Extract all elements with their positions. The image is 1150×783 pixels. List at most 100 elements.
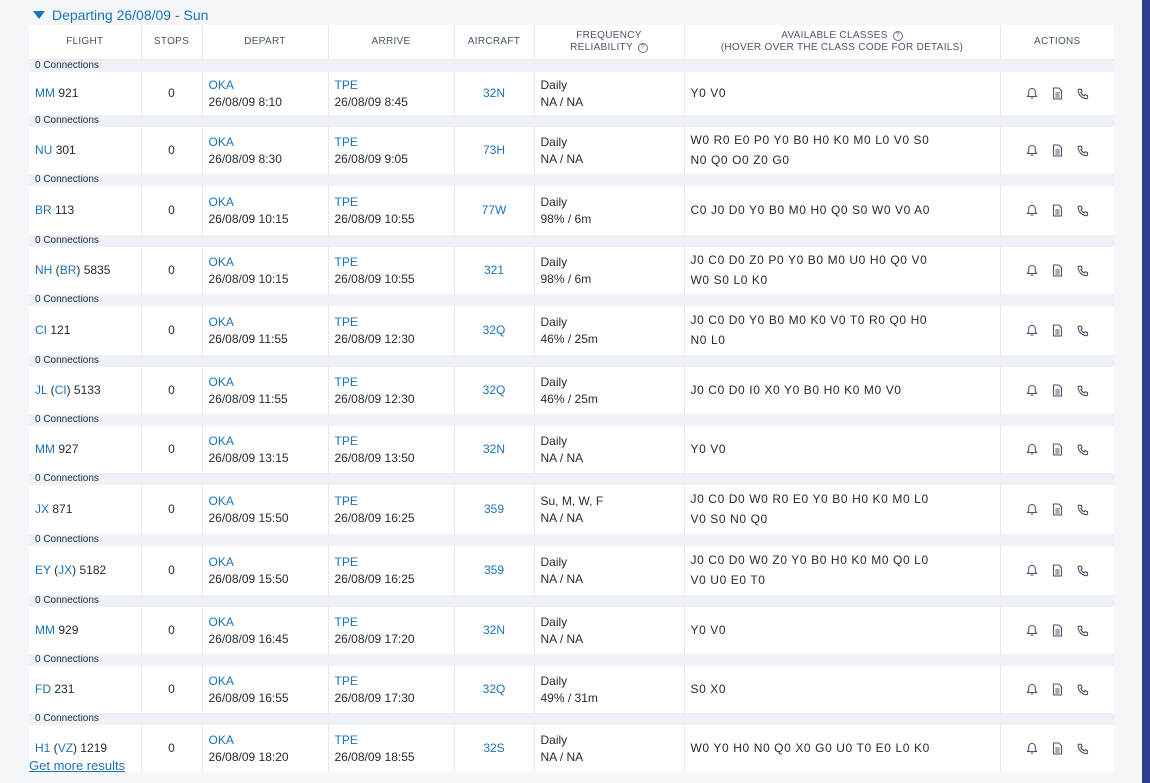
phone-icon[interactable] [1077, 145, 1089, 157]
aircraft-link[interactable]: 32N [483, 86, 505, 100]
class-codes-line[interactable]: N0 Q0 O0 Z0 G0 [691, 152, 994, 169]
arrive-airport-link[interactable]: TPE [335, 732, 448, 749]
arrive-airport-link[interactable]: TPE [335, 614, 448, 631]
aircraft-link[interactable]: 32N [483, 442, 505, 456]
class-codes-line[interactable]: J0 C0 D0 I0 X0 Y0 B0 H0 K0 M0 V0 [691, 382, 994, 399]
arrive-airport-link[interactable]: TPE [335, 254, 448, 271]
depart-airport-link[interactable]: OKA [209, 194, 322, 211]
class-codes-line[interactable]: J0 C0 D0 W0 Z0 Y0 B0 H0 K0 M0 Q0 L0 [691, 552, 994, 569]
arrive-airport-link[interactable]: TPE [335, 673, 448, 690]
phone-icon[interactable] [1077, 684, 1089, 696]
class-codes-line[interactable]: W0 R0 E0 P0 Y0 B0 H0 K0 M0 L0 V0 S0 [691, 132, 994, 149]
bell-icon[interactable] [1026, 384, 1038, 397]
document-icon[interactable] [1052, 87, 1063, 100]
bell-icon[interactable] [1026, 564, 1038, 577]
class-codes-line[interactable]: J0 C0 D0 W0 R0 E0 Y0 B0 H0 K0 M0 L0 [691, 491, 994, 508]
operating-airline-link[interactable]: BR [60, 263, 77, 277]
aircraft-link[interactable]: 32Q [483, 323, 506, 337]
arrive-airport-link[interactable]: TPE [335, 433, 448, 450]
operating-airline-link[interactable]: CI [55, 383, 67, 397]
aircraft-link[interactable]: 359 [484, 502, 504, 516]
document-icon[interactable] [1052, 384, 1063, 397]
operating-airline-link[interactable]: JX [58, 563, 72, 577]
info-icon[interactable]: ? [637, 43, 648, 53]
airline-code-link[interactable]: NH [35, 263, 52, 277]
airline-code-link[interactable]: EY [35, 563, 51, 577]
phone-icon[interactable] [1077, 444, 1089, 456]
operating-airline-link[interactable]: VZ [58, 741, 73, 755]
class-codes-line[interactable]: V0 U0 E0 T0 [691, 572, 994, 589]
phone-icon[interactable] [1077, 265, 1089, 277]
phone-icon[interactable] [1077, 385, 1089, 397]
depart-airport-link[interactable]: OKA [209, 374, 322, 391]
airline-code-link[interactable]: JX [35, 502, 49, 516]
airline-code-link[interactable]: FD [35, 682, 51, 696]
bell-icon[interactable] [1026, 324, 1038, 337]
aircraft-link[interactable]: 359 [484, 563, 504, 577]
document-icon[interactable] [1052, 324, 1063, 337]
class-codes-line[interactable]: S0 X0 [691, 681, 994, 698]
phone-icon[interactable] [1077, 205, 1089, 217]
airline-code-link[interactable]: MM [35, 86, 55, 100]
document-icon[interactable] [1052, 564, 1063, 577]
bell-icon[interactable] [1026, 503, 1038, 516]
airline-code-link[interactable]: MM [35, 442, 55, 456]
phone-icon[interactable] [1077, 565, 1089, 577]
depart-airport-link[interactable]: OKA [209, 554, 322, 571]
depart-airport-link[interactable]: OKA [209, 433, 322, 450]
bell-icon[interactable] [1026, 204, 1038, 217]
class-codes-line[interactable]: J0 C0 D0 Y0 B0 M0 K0 V0 T0 R0 Q0 H0 [691, 312, 994, 329]
class-codes-line[interactable]: J0 C0 D0 Z0 P0 Y0 B0 M0 U0 H0 Q0 V0 [691, 252, 994, 269]
aircraft-link[interactable]: 321 [484, 263, 504, 277]
airline-code-link[interactable]: CI [35, 323, 47, 337]
document-icon[interactable] [1052, 204, 1063, 217]
departing-header-toggle[interactable]: Departing 26/08/09 - Sun [33, 5, 208, 25]
arrive-airport-link[interactable]: TPE [335, 194, 448, 211]
arrive-airport-link[interactable]: TPE [335, 493, 448, 510]
aircraft-link[interactable]: 32N [483, 623, 505, 637]
arrive-airport-link[interactable]: TPE [335, 77, 448, 94]
depart-airport-link[interactable]: OKA [209, 673, 322, 690]
aircraft-link[interactable]: 32S [483, 741, 504, 755]
document-icon[interactable] [1052, 503, 1063, 516]
bell-icon[interactable] [1026, 742, 1038, 755]
depart-airport-link[interactable]: OKA [209, 254, 322, 271]
airline-code-link[interactable]: H1 [35, 741, 50, 755]
bell-icon[interactable] [1026, 683, 1038, 696]
aircraft-link[interactable]: 32Q [483, 383, 506, 397]
depart-airport-link[interactable]: OKA [209, 134, 322, 151]
bell-icon[interactable] [1026, 443, 1038, 456]
arrive-airport-link[interactable]: TPE [335, 134, 448, 151]
depart-airport-link[interactable]: OKA [209, 732, 322, 749]
phone-icon[interactable] [1077, 325, 1089, 337]
document-icon[interactable] [1052, 624, 1063, 637]
get-more-results-link[interactable]: Get more results [29, 758, 125, 773]
phone-icon[interactable] [1077, 625, 1089, 637]
depart-airport-link[interactable]: OKA [209, 77, 322, 94]
document-icon[interactable] [1052, 443, 1063, 456]
bell-icon[interactable] [1026, 144, 1038, 157]
document-icon[interactable] [1052, 144, 1063, 157]
class-codes-line[interactable]: W0 Y0 H0 N0 Q0 X0 G0 U0 T0 E0 L0 K0 [691, 740, 994, 757]
class-codes-line[interactable]: W0 S0 L0 K0 [691, 272, 994, 289]
side-scroll-bar[interactable] [1142, 0, 1150, 783]
document-icon[interactable] [1052, 742, 1063, 755]
class-codes-line[interactable]: Y0 V0 [691, 622, 994, 639]
arrive-airport-link[interactable]: TPE [335, 374, 448, 391]
phone-icon[interactable] [1077, 88, 1089, 100]
aircraft-link[interactable]: 73H [483, 143, 505, 157]
depart-airport-link[interactable]: OKA [209, 314, 322, 331]
class-codes-line[interactable]: Y0 V0 [691, 441, 994, 458]
bell-icon[interactable] [1026, 624, 1038, 637]
airline-code-link[interactable]: NU [35, 143, 52, 157]
aircraft-link[interactable]: 77W [482, 203, 507, 217]
class-codes-line[interactable]: Y0 V0 [691, 85, 994, 102]
class-codes-line[interactable]: N0 L0 [691, 332, 994, 349]
arrive-airport-link[interactable]: TPE [335, 554, 448, 571]
airline-code-link[interactable]: JL [35, 383, 47, 397]
bell-icon[interactable] [1026, 87, 1038, 100]
arrive-airport-link[interactable]: TPE [335, 314, 448, 331]
phone-icon[interactable] [1077, 504, 1089, 516]
document-icon[interactable] [1052, 264, 1063, 277]
class-codes-line[interactable]: C0 J0 D0 Y0 B0 M0 H0 Q0 S0 W0 V0 A0 [691, 202, 994, 219]
